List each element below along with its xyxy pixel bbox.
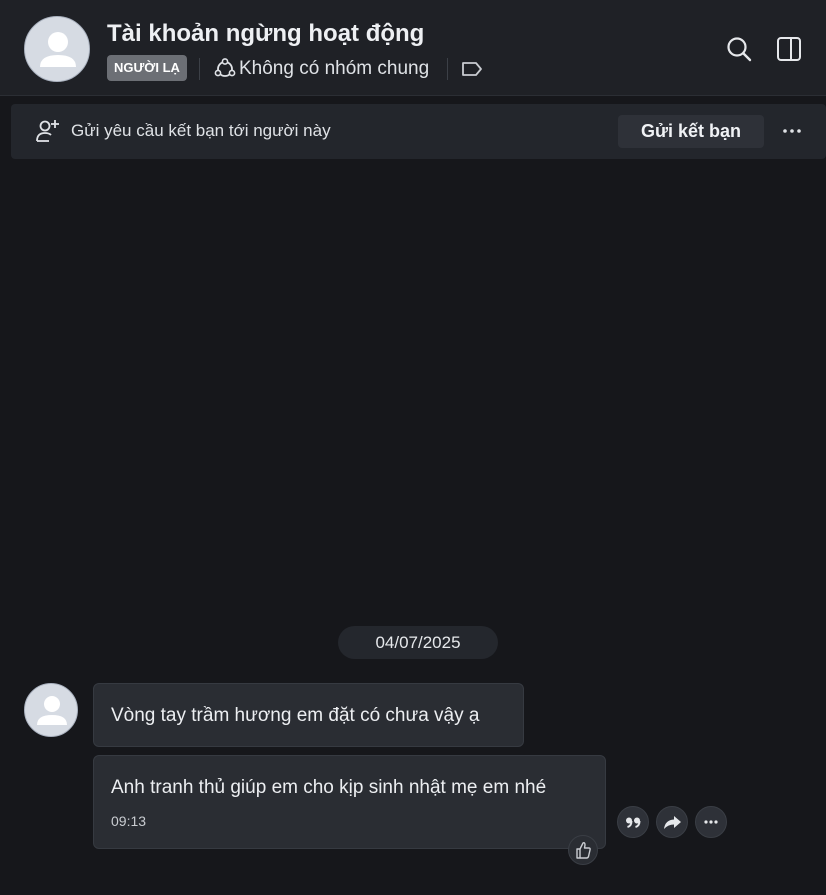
quote-reply-button[interactable] bbox=[617, 806, 649, 838]
more-horizontal-icon bbox=[783, 129, 801, 133]
toggle-info-panel-button[interactable] bbox=[774, 34, 804, 64]
message-text: Vòng tay trầm hương em đặt có chưa vậy ạ bbox=[111, 705, 480, 726]
chat-header: Tài khoản ngừng hoạt động NGƯỜI LẠ Không… bbox=[0, 0, 826, 96]
more-options-button[interactable] bbox=[778, 117, 806, 145]
contact-name[interactable]: Tài khoản ngừng hoạt động bbox=[107, 20, 424, 48]
message-timestamp: 09:13 bbox=[111, 813, 147, 829]
date-separator: 04/07/2025 bbox=[338, 626, 498, 659]
friend-request-text: Gửi yêu cầu kết bạn tới người này bbox=[71, 121, 331, 140]
forward-icon bbox=[664, 816, 681, 829]
search-icon bbox=[727, 37, 752, 62]
divider bbox=[199, 58, 200, 80]
sidebar-panel-icon bbox=[777, 37, 801, 61]
group-circle-icon bbox=[214, 58, 236, 80]
forward-button[interactable] bbox=[656, 806, 688, 838]
add-friend-icon bbox=[35, 118, 61, 144]
stranger-badge: NGƯỜI LẠ bbox=[107, 55, 187, 81]
divider bbox=[447, 58, 448, 80]
message-text: Anh tranh thủ giúp em cho kịp sinh nhật … bbox=[111, 777, 547, 798]
default-user-avatar-icon bbox=[37, 696, 67, 725]
sender-avatar[interactable] bbox=[24, 683, 78, 737]
common-groups-info[interactable]: Không có nhóm chung bbox=[239, 58, 429, 80]
default-user-avatar-icon bbox=[40, 32, 76, 67]
message-bubble[interactable]: Vòng tay trầm hương em đặt có chưa vậy ạ bbox=[93, 683, 524, 747]
contact-avatar[interactable] bbox=[24, 16, 90, 82]
more-horizontal-icon bbox=[704, 820, 718, 824]
search-button[interactable] bbox=[724, 34, 754, 64]
send-friend-request-button[interactable]: Gửi kết bạn bbox=[618, 115, 764, 148]
thumbs-up-icon bbox=[576, 842, 591, 859]
react-button[interactable] bbox=[568, 835, 598, 865]
quote-icon bbox=[626, 817, 641, 828]
message-bubble[interactable]: Anh tranh thủ giúp em cho kịp sinh nhật … bbox=[93, 755, 606, 849]
label-tag-icon[interactable] bbox=[460, 58, 484, 80]
message-more-button[interactable] bbox=[695, 806, 727, 838]
friend-request-bar: Gửi yêu cầu kết bạn tới người này Gửi kế… bbox=[11, 104, 826, 159]
